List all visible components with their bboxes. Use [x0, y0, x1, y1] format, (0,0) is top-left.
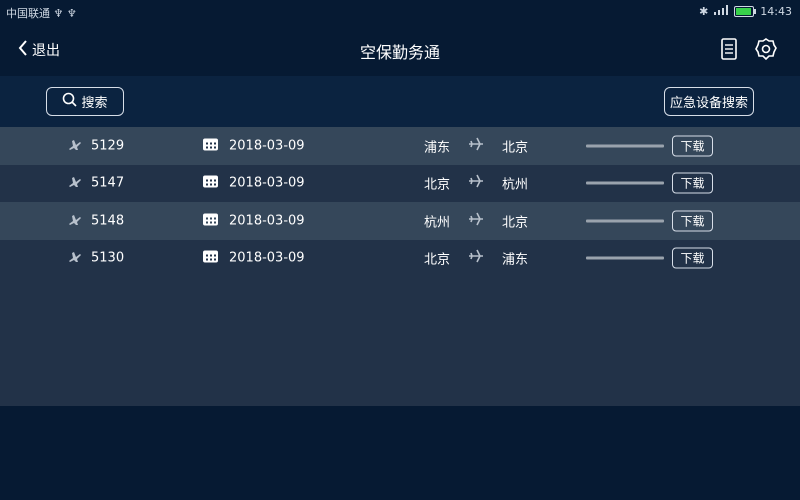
table-row[interactable]: 5129 2018-03-09 浦东 北京 下载 — [0, 127, 800, 165]
plane-icon — [68, 174, 82, 192]
destination: 浦东 — [502, 252, 529, 268]
bottom-area — [0, 406, 800, 500]
download-progress — [586, 256, 664, 260]
flight-date: 2018-03-09 — [229, 250, 305, 266]
document-icon[interactable] — [720, 38, 738, 64]
download-button[interactable]: 下载 — [672, 135, 713, 157]
flight-number: 5129 — [91, 138, 125, 154]
table-row[interactable]: 5148 2018-03-09 杭州 北京 下载 — [0, 202, 800, 240]
flight-number: 5147 — [91, 175, 125, 191]
title-bar: 退出 空保勤务通 — [0, 24, 800, 76]
clock: 14:43 — [760, 5, 792, 18]
search-label: 搜索 — [81, 96, 108, 111]
search-button[interactable]: 搜索 — [46, 87, 124, 116]
origin: 北京 — [424, 177, 451, 193]
flight-number: 5148 — [91, 213, 125, 229]
download-button[interactable]: 下载 — [672, 172, 713, 194]
origin: 浦东 — [424, 140, 451, 156]
flight-date: 2018-03-09 — [229, 175, 305, 191]
table-row[interactable]: 5147 2018-03-09 北京 杭州 下载 — [0, 165, 800, 203]
plane-icon — [68, 137, 82, 155]
route-plane-icon — [468, 174, 484, 192]
flight-date: 2018-03-09 — [229, 138, 305, 154]
status-icons: ✱ 14:43 — [699, 5, 792, 18]
origin: 北京 — [424, 252, 451, 268]
flight-date: 2018-03-09 — [229, 213, 305, 229]
battery-icon — [734, 6, 757, 17]
status-bar: 中国联通 ♆ ♆ ✱ 14:43 — [0, 0, 800, 24]
toolbar: 搜索 应急设备搜索 — [0, 76, 800, 127]
flight-number: 5130 — [91, 250, 125, 266]
flight-list: 5129 2018-03-09 浦东 北京 下载 5147 2018-03-09… — [0, 127, 800, 406]
emergency-equipment-search-button[interactable]: 应急设备搜索 — [664, 87, 754, 116]
table-row[interactable]: 5130 2018-03-09 北京 浦东 下载 — [0, 240, 800, 278]
calendar-icon — [203, 175, 218, 192]
bluetooth-icon: ✱ — [699, 5, 709, 18]
gear-icon[interactable] — [755, 38, 777, 64]
signal-icon — [714, 5, 729, 18]
route-plane-icon — [468, 212, 484, 230]
calendar-icon — [203, 250, 218, 267]
download-progress — [586, 144, 664, 148]
calendar-icon — [203, 137, 218, 154]
calendar-icon — [203, 212, 218, 229]
plane-icon — [68, 249, 82, 267]
download-button[interactable]: 下载 — [672, 210, 713, 232]
download-button[interactable]: 下载 — [672, 247, 713, 269]
route-plane-icon — [468, 249, 484, 267]
download-progress — [586, 219, 664, 223]
route-plane-icon — [468, 137, 484, 155]
search-icon — [62, 92, 78, 111]
destination: 杭州 — [502, 177, 529, 193]
origin: 杭州 — [424, 215, 451, 231]
plane-icon — [68, 212, 82, 230]
carrier-label: 中国联通 ♆ ♆ — [6, 7, 77, 20]
destination: 北京 — [502, 215, 529, 231]
page-title: 空保勤务通 — [359, 43, 440, 62]
download-progress — [586, 181, 664, 185]
destination: 北京 — [502, 140, 529, 156]
